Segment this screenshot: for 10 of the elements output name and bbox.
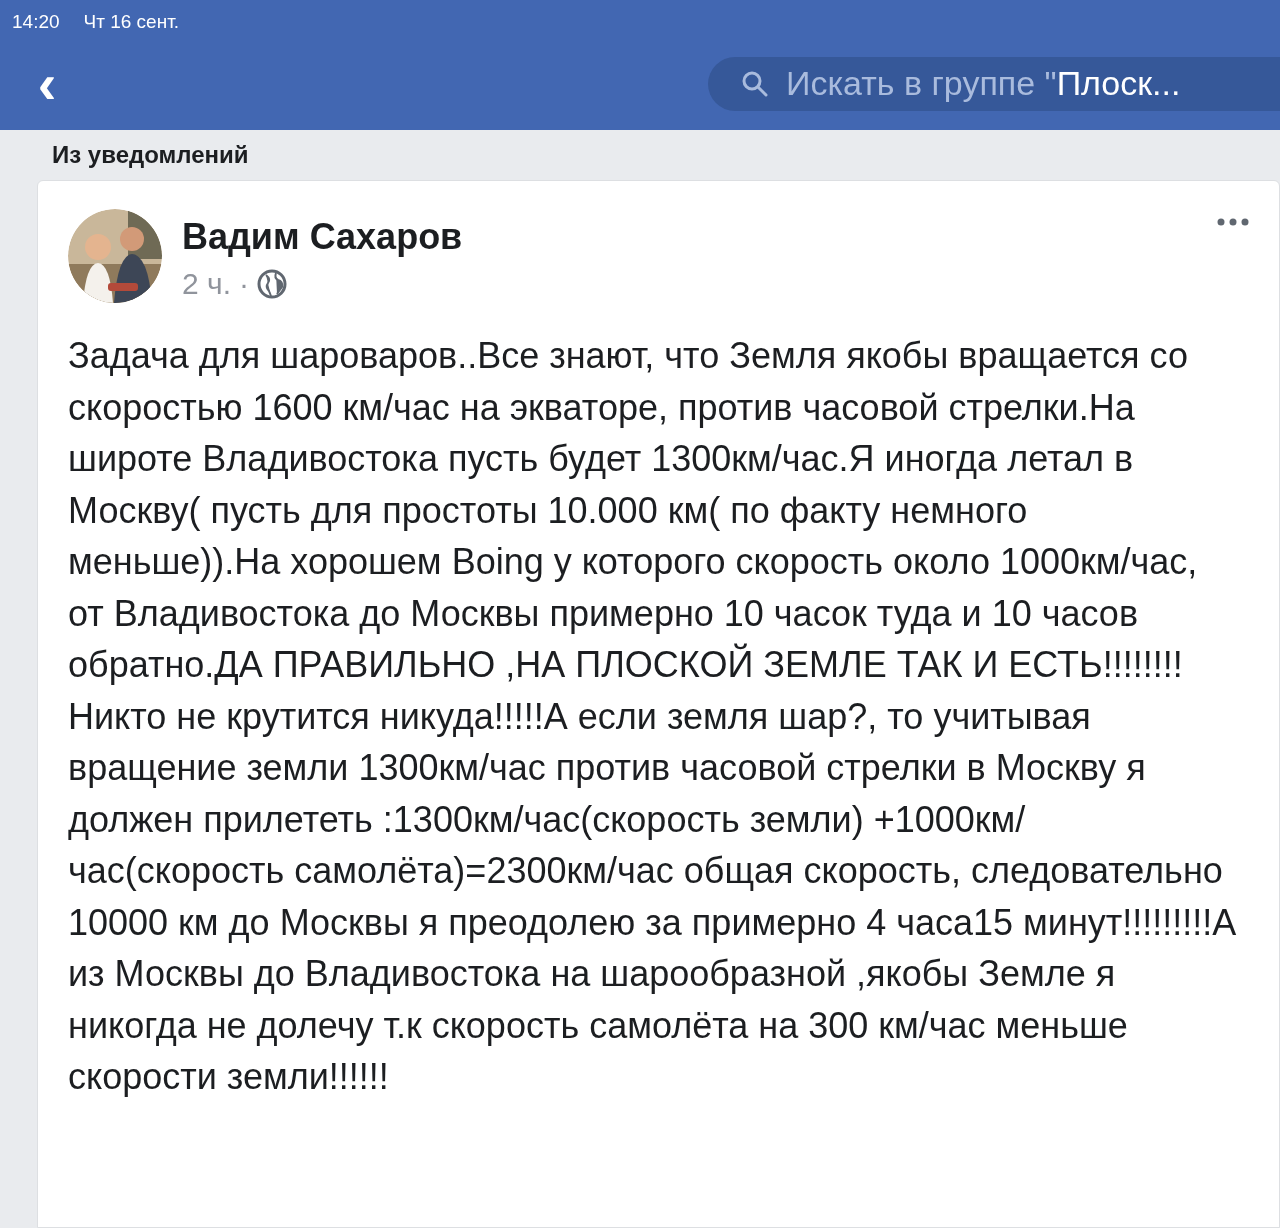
author-name[interactable]: Вадим Сахаров <box>182 213 463 261</box>
globe-icon <box>257 268 287 299</box>
more-icon[interactable] <box>1217 217 1249 227</box>
status-date: Чт 16 сент. <box>83 10 180 34</box>
status-time: 14:20 <box>12 10 60 34</box>
search-field[interactable]: Искать в группе "Плоск... <box>708 56 1280 111</box>
back-button[interactable]: ‹ <box>32 58 62 109</box>
post-text: Задача для шароваров..Все знают, что Земля якобы вращается со скоростью 1600 км/час на экваторе, против часовой стрелки.На широте Владивостока пусть будет 1300км/час.Я иногда летал в Москву( пусть для простоты 10.000 км( по факту немного меньше)).На хорошем Boing у которого скорость около 1000км/час, от Владивостока до Москвы примерно 10 часок туда и 10 часов обратно.ДА ПРАВИЛЬНО ,НА ПЛОСКОЙ ЗЕМЛЕ ТАК И ЕСТЬ!!!!!!!! Никто не крутится никуда!!!!!А если земля шар?, то учитывая вращение земли 1300км/час против часовой стрелки в Москву я должен прилететь :1300км/час(скорость земли) +1000км/час(скорость самолёта)=2300км/час общая скорость, следовательно 10000 км до Москвы я преодолею за примерно 4 часа15 минут!!!!!!!!!А из Москвы до Владивостока на шарообразной ,якобы Земле я никогда не долечу т.к скорость самолёта на 300 км/час меньше скорости земли!!!!!! <box>68 334 1238 1099</box>
separator: · <box>239 266 249 302</box>
section-title: Из уведомлений <box>52 140 249 170</box>
